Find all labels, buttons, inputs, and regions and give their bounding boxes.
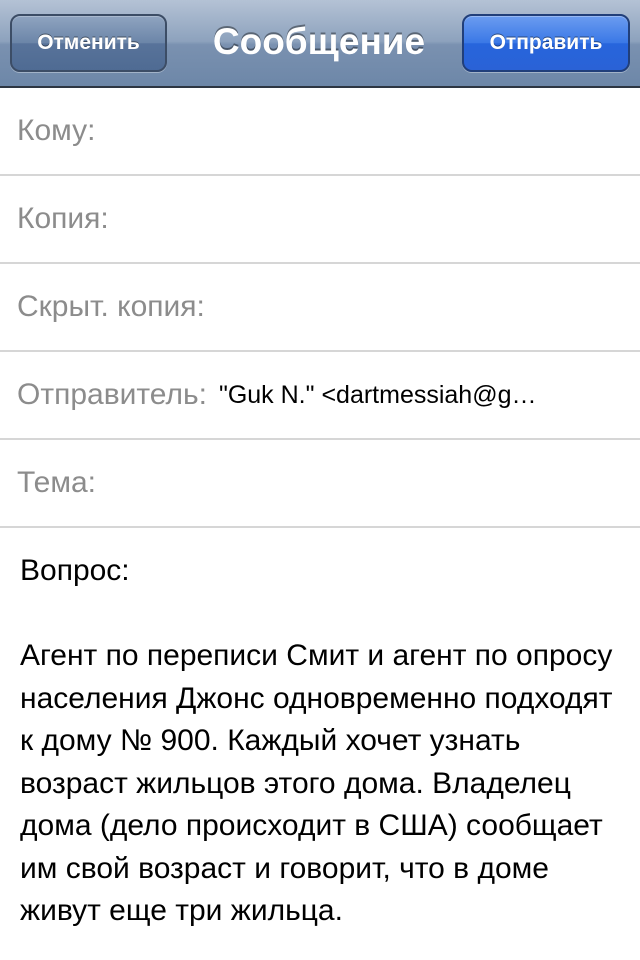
bcc-field[interactable]: Скрыт. копия: (0, 264, 640, 352)
body-heading: Вопрос: (20, 554, 130, 587)
message-body[interactable]: Вопрос: Агент по переписи Смит и агент п… (20, 550, 625, 933)
bcc-label: Скрыт. копия: (17, 290, 205, 323)
navigation-bar: Отменить Сообщение Отправить (0, 0, 640, 88)
page-title: Сообщение (212, 21, 426, 62)
body-paragraph: Агент по переписи Смит и агент по опросу… (20, 639, 613, 927)
subject-label: Тема: (17, 466, 96, 499)
cancel-button[interactable]: Отменить (10, 14, 167, 72)
from-field[interactable]: Отправитель: "Guk N." <dartmessiah@g… (0, 352, 640, 440)
from-label: Отправитель: (17, 378, 207, 411)
cc-label: Копия: (17, 202, 109, 235)
to-field[interactable]: Кому: (0, 88, 640, 176)
to-label: Кому: (17, 114, 96, 147)
from-value: "Guk N." <dartmessiah@g… (218, 380, 537, 409)
subject-field[interactable]: Тема: (0, 440, 640, 528)
send-button[interactable]: Отправить (462, 14, 630, 72)
cc-field[interactable]: Копия: (0, 176, 640, 264)
